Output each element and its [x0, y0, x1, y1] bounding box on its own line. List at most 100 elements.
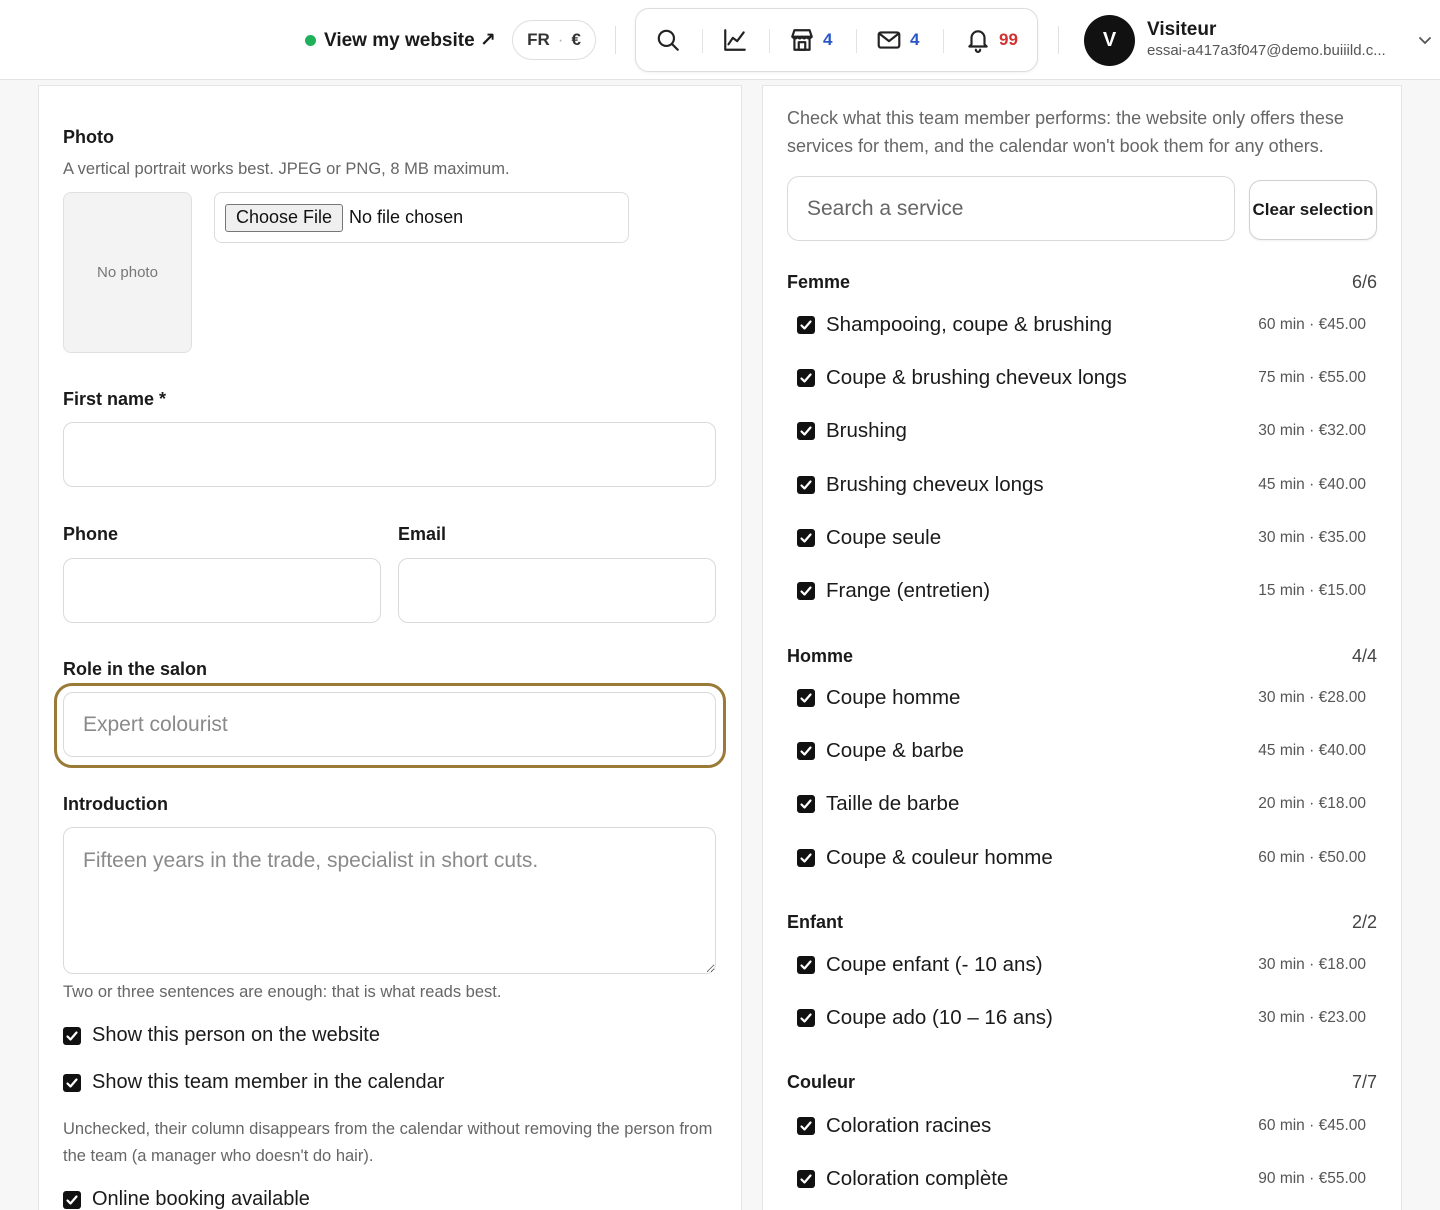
- stats-button[interactable]: [722, 9, 748, 71]
- view-website-link[interactable]: View my website ↗: [305, 27, 496, 53]
- service-name: Coupe & brushing cheveux longs: [826, 366, 1127, 389]
- no-photo-text: No photo: [97, 264, 158, 281]
- checkbox-checked-icon[interactable]: [797, 849, 815, 867]
- services-intro-text: Check what this team member performs: th…: [787, 108, 1344, 156]
- service-item[interactable]: Coloration complète 90 min · €55.00: [797, 1164, 1366, 1194]
- service-name: Coupe homme: [826, 686, 961, 709]
- checkbox-checked-icon[interactable]: [797, 476, 815, 494]
- introduction-textarea[interactable]: [63, 827, 716, 974]
- checkbox-checked-icon[interactable]: [797, 529, 815, 547]
- service-item[interactable]: Coupe & brushing cheveux longs 75 min · €…: [797, 363, 1366, 393]
- shop-button[interactable]: 4: [789, 9, 832, 71]
- online-booking-checkbox[interactable]: Online booking available: [63, 1188, 310, 1210]
- email-input[interactable]: [398, 558, 716, 623]
- topbar-divider: [615, 26, 616, 54]
- service-item[interactable]: Brushing cheveux longs 45 min · €40.00: [797, 470, 1366, 500]
- checkbox-checked-icon[interactable]: [797, 316, 815, 334]
- service-item[interactable]: Coloration racines 60 min · €45.00: [797, 1111, 1366, 1141]
- service-duration-price: 45 min · €40.00: [1258, 742, 1366, 759]
- service-item[interactable]: Brushing 30 min · €32.00: [797, 416, 1366, 446]
- service-duration-price: 15 min · €15.00: [1258, 582, 1366, 599]
- notifications-button[interactable]: 99: [965, 9, 1018, 71]
- category-name: Couleur: [787, 1072, 856, 1092]
- checkbox-checked-icon[interactable]: [797, 956, 815, 974]
- clear-selection-button[interactable]: Clear selection: [1249, 180, 1377, 240]
- service-name: Taille de barbe: [826, 792, 960, 815]
- language-currency-switcher[interactable]: FR · €: [512, 20, 596, 60]
- show-in-calendar-label: Show this team member in the calendar: [92, 1071, 445, 1093]
- photo-label: Photo: [63, 127, 114, 147]
- checkbox-checked-icon[interactable]: [797, 582, 815, 600]
- checkbox-checked-icon[interactable]: [797, 795, 815, 813]
- checkbox-checked-icon[interactable]: [797, 1117, 815, 1135]
- online-status-dot: [305, 34, 316, 46]
- icon-divider: [943, 29, 944, 53]
- show-in-calendar-checkbox[interactable]: Show this team member in the calendar: [63, 1071, 444, 1094]
- category-name: Femme: [787, 272, 851, 292]
- role-input[interactable]: [63, 692, 716, 757]
- checkbox-checked-icon[interactable]: [797, 1009, 815, 1027]
- shop-count-badge: 4: [823, 30, 833, 49]
- user-email: essai-a417a3f047@demo.buiiild.c...: [1147, 42, 1386, 59]
- service-item[interactable]: Taille de barbe 20 min · €18.00: [797, 789, 1366, 819]
- checkbox-checked-icon[interactable]: [797, 422, 815, 440]
- notification-count-badge: 99: [999, 30, 1018, 49]
- email-label: Email: [398, 524, 447, 544]
- service-duration-price: 75 min · €55.00: [1258, 369, 1366, 386]
- service-name: Coloration complète: [826, 1167, 1009, 1190]
- category-count: 4/4: [1351, 646, 1377, 666]
- service-item[interactable]: Coupe ado (10 – 16 ans) 30 min · €23.00: [797, 1003, 1366, 1033]
- checkbox-checked-icon[interactable]: [63, 1073, 81, 1092]
- first-name-input[interactable]: [63, 422, 716, 487]
- service-item[interactable]: Coupe enfant (- 10 ans) 30 min · €18.00: [797, 950, 1366, 980]
- service-item[interactable]: Frange (entretien) 15 min · €15.00: [797, 576, 1366, 606]
- service-item[interactable]: Coupe homme 30 min · €28.00: [797, 683, 1366, 713]
- user-name[interactable]: Visiteur: [1147, 19, 1216, 41]
- show-on-website-label: Show this person on the website: [92, 1024, 380, 1046]
- icon-divider: [856, 29, 857, 53]
- category-count: 2/2: [1351, 912, 1377, 932]
- service-name: Coupe enfant (- 10 ans): [826, 953, 1043, 976]
- checkbox-checked-icon[interactable]: [797, 742, 815, 760]
- search-icon: [657, 29, 679, 51]
- service-duration-price: 60 min · €45.00: [1258, 1117, 1366, 1134]
- services-panel: [762, 85, 1402, 1210]
- checkbox-checked-icon[interactable]: [63, 1190, 81, 1209]
- service-name: Frange (entretien): [826, 579, 991, 602]
- top-bar: View my website ↗ FR · € 4 4 99 V Visite…: [0, 0, 1440, 80]
- service-item[interactable]: Coupe & couleur homme 60 min · €50.00: [797, 843, 1366, 873]
- checkbox-checked-icon[interactable]: [63, 1026, 81, 1045]
- topbar-icon-group: 4 4 99: [635, 8, 1038, 72]
- service-name: Shampooing, coupe & brushing: [826, 313, 1113, 336]
- service-name: Brushing cheveux longs: [826, 473, 1044, 496]
- language-code: FR: [527, 30, 550, 49]
- calendar-help-text: Unchecked, their column disappears from …: [63, 1120, 713, 1165]
- icon-divider: [702, 29, 703, 53]
- service-item[interactable]: Coupe seule 30 min · €35.00: [797, 523, 1366, 553]
- service-item[interactable]: Coupe & barbe 45 min · €40.00: [797, 736, 1366, 766]
- checkbox-checked-icon[interactable]: [797, 369, 815, 387]
- checkbox-checked-icon[interactable]: [797, 1170, 815, 1188]
- service-search-input[interactable]: [787, 176, 1235, 241]
- service-duration-price: 45 min · €40.00: [1258, 476, 1366, 493]
- show-on-website-checkbox[interactable]: Show this person on the website: [63, 1024, 380, 1047]
- service-item[interactable]: Shampooing, coupe & brushing 60 min · €45…: [797, 310, 1366, 340]
- chevron-down-icon[interactable]: [1417, 32, 1433, 48]
- search-button[interactable]: [655, 9, 681, 71]
- photo-help-text: A vertical portrait works best. JPEG or …: [63, 160, 510, 178]
- choose-file-button[interactable]: Choose File: [225, 203, 344, 232]
- avatar[interactable]: V: [1084, 15, 1135, 66]
- category-name: Enfant: [787, 912, 843, 932]
- phone-input[interactable]: [63, 558, 381, 623]
- store-icon: [791, 29, 813, 51]
- introduction-help-text: Two or three sentences are enough: that …: [63, 983, 502, 1001]
- icon-divider: [769, 29, 770, 53]
- messages-button[interactable]: 4: [876, 9, 919, 71]
- category-count: 6/6: [1351, 272, 1377, 292]
- checkbox-checked-icon[interactable]: [797, 689, 815, 707]
- bell-icon: [968, 30, 988, 53]
- topbar-divider: [1058, 26, 1059, 54]
- service-name: Coupe & barbe: [826, 739, 964, 762]
- photo-file-input[interactable]: Choose File No file chosen: [214, 192, 629, 243]
- phone-label: Phone: [63, 524, 119, 544]
